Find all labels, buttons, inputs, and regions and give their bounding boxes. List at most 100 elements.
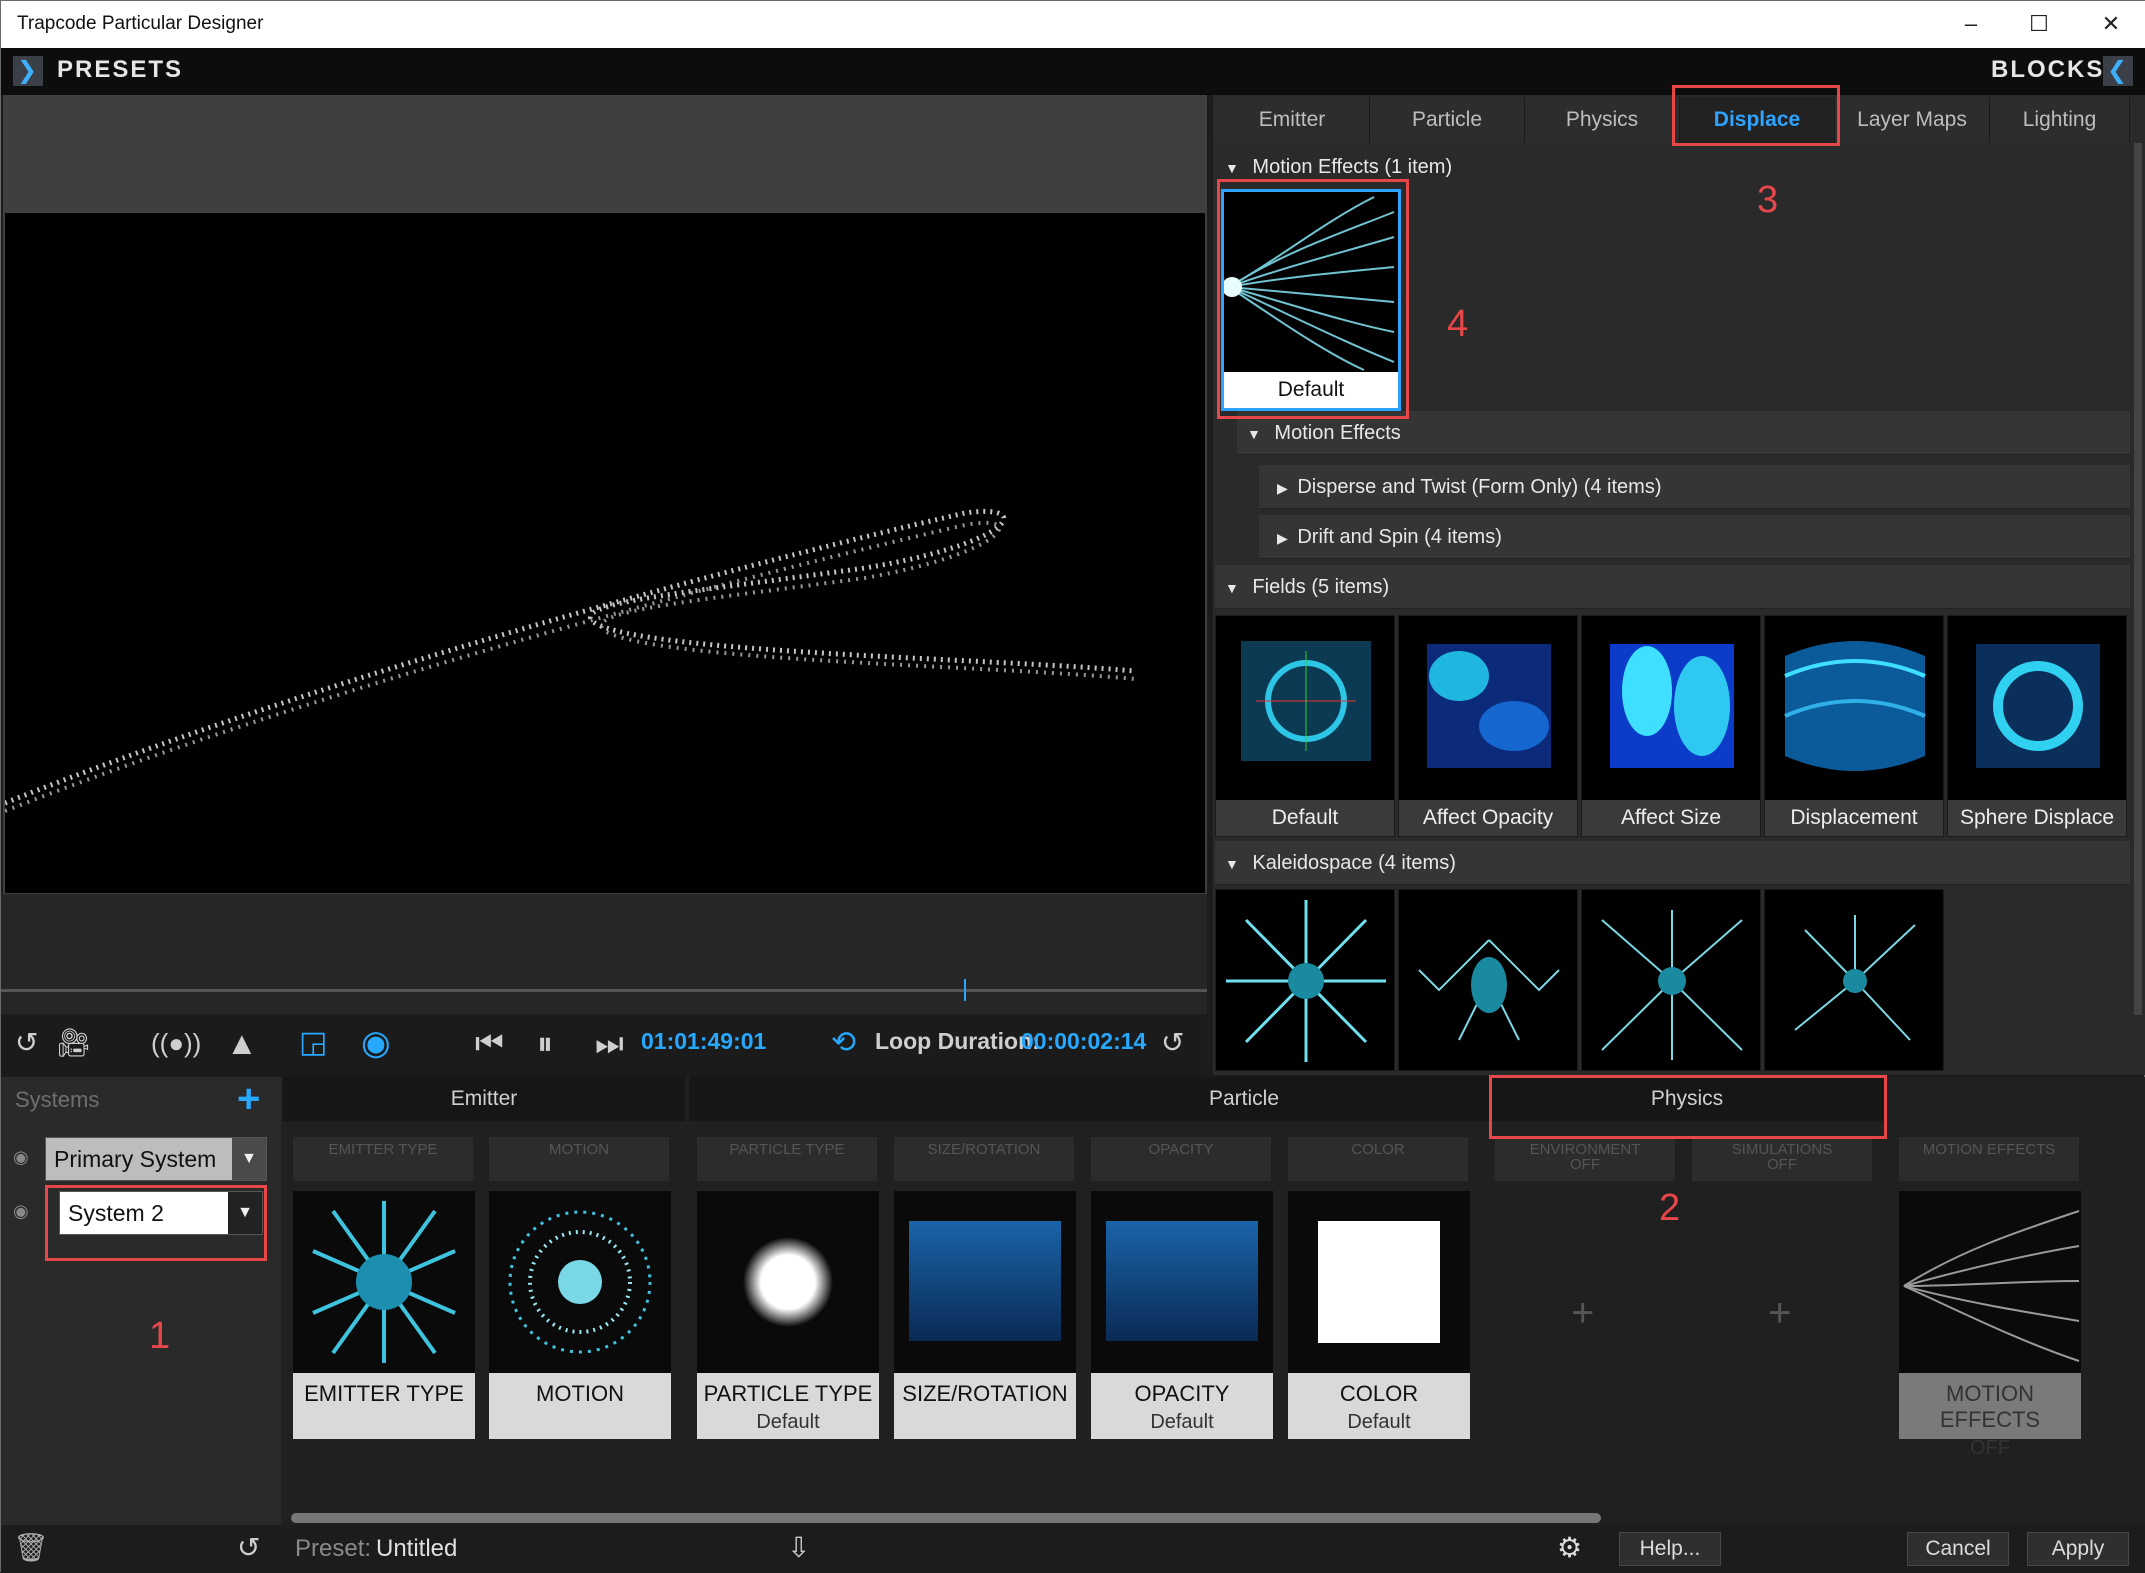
horizontal-scrollbar[interactable] [291,1513,1601,1523]
color-label: COLOR [1288,1137,1468,1181]
kaleido-thumb-3[interactable] [1581,889,1761,1071]
timeline-track[interactable] [1,989,1207,992]
tab-lighting[interactable]: Lighting [1990,97,2130,143]
pause-icon[interactable]: ⏸︎ [537,1023,553,1063]
system-visibility-eye-icon[interactable]: ◉ [13,1201,29,1222]
skip-start-icon[interactable]: ⏮︎ [475,1023,504,1063]
add-system-button[interactable]: + [237,1077,260,1122]
apply-button[interactable]: Apply [2027,1532,2129,1566]
tab-particle[interactable]: Particle [1370,97,1525,143]
reset-icon[interactable]: ↺ [237,1531,260,1564]
add-block-plus-icon[interactable]: + [1768,1291,1791,1336]
loop-duration-value[interactable]: 00:00:02:14 [1021,1028,1146,1055]
motion-card[interactable]: MOTION [489,1191,671,1439]
environment-slot[interactable]: + [1495,1191,1677,1439]
top-bar: ❯ PRESETS BLOCKS ❮ [1,48,2145,95]
gear-icon[interactable]: ⚙ [1557,1531,1582,1564]
loop-icon[interactable]: ⟲ [831,1023,856,1063]
simulations-label: SIMULATIONS OFF [1692,1137,1872,1181]
particle-type-card[interactable]: PARTICLE TYPE Default [697,1191,879,1439]
kaleido-thumb-1[interactable] [1215,889,1395,1071]
blocks-label[interactable]: BLOCKS [1991,56,2104,84]
size-rotation-card[interactable]: SIZE/ROTATION [894,1191,1076,1439]
trash-icon[interactable]: 🗑︎ [13,1531,49,1564]
skip-end-icon[interactable]: ⏭︎ [595,1023,624,1063]
section-label: Fields (5 items) [1252,576,1390,598]
presets-toggle-icon[interactable]: ❯ [13,56,43,86]
simulations-slot[interactable]: + [1692,1191,1874,1439]
thumb-image [1794,915,1916,1041]
timeline-scrubber[interactable] [1,894,1207,1014]
thumb-caption: Sphere Displace [1948,800,2126,836]
field-thumb-affect-size[interactable]: Affect Size [1581,615,1761,837]
kaleidospace-header[interactable]: ▼ Kaleidospace (4 items) [1215,841,2130,885]
help-button[interactable]: Help... [1619,1532,1721,1566]
timecode: 01:01:49:01 [641,1028,767,1054]
card-caption: OPACITY Default [1091,1373,1273,1439]
fields-header[interactable]: ▼ Fields (5 items) [1215,565,2130,609]
card-caption: MOTION EFFECTS OFF [1899,1373,2081,1459]
annotation-number-3: 3 [1757,179,1779,221]
system-visibility-eye-icon[interactable]: ◉ [13,1147,29,1168]
motion-effects-label: MOTION EFFECTS [1899,1137,2079,1181]
motion-blur-icon[interactable]: ((●)) [151,1023,201,1063]
disperse-twist-row[interactable]: ▶ Disperse and Twist (Form Only) (4 item… [1259,465,2130,509]
reset-loop-icon[interactable]: ↺ [1161,1023,1184,1063]
cancel-button[interactable]: Cancel [1907,1532,2009,1566]
emitter-type-label: EMITTER TYPE [293,1137,473,1181]
thumb-caption: Default [1216,800,1394,836]
motion-effects-header[interactable]: ▼ Motion Effects (1 item) [1215,145,2130,189]
add-block-plus-icon[interactable]: + [1571,1291,1594,1336]
preset-name[interactable]: Untitled [376,1535,457,1563]
system-2-dropdown[interactable]: System 2 ▼ [59,1191,263,1235]
chevron-down-icon[interactable]: ▼ [228,1192,262,1234]
save-preset-icon[interactable]: ⇩ [787,1531,810,1564]
kaleido-thumb-4[interactable] [1764,889,1944,1071]
playhead[interactable] [964,979,966,1001]
expand-down-icon: ▼ [1225,160,1239,176]
camera-icon[interactable]: 🎥︎ [56,1023,92,1063]
thumb-image [1427,644,1551,768]
tab-physics[interactable]: Physics [1525,97,1680,143]
emitter-type-image [312,1201,456,1363]
field-thumb-sphere-displace[interactable]: Sphere Displace [1947,615,2127,837]
emitter-column-header[interactable]: Emitter [283,1077,685,1121]
expand-right-icon: ▶ [1277,480,1288,496]
tab-emitter[interactable]: Emitter [1215,97,1370,143]
motion-effects-subheader[interactable]: ▼ Motion Effects [1237,411,2130,455]
motion-label: MOTION [489,1137,669,1181]
kaleido-thumb-2[interactable] [1398,889,1578,1071]
safe-area-icon[interactable]: ◲ [299,1023,327,1063]
tab-displace[interactable]: Displace [1680,97,1835,143]
emitter-type-card[interactable]: EMITTER TYPE [293,1191,475,1439]
drift-spin-row[interactable]: ▶ Drift and Spin (4 items) [1259,515,2130,559]
close-button[interactable]: ✕ [2081,5,2141,43]
section-label: Kaleidospace (4 items) [1252,852,1456,874]
minimize-button[interactable]: – [1941,5,2001,43]
thumb-image [1601,910,1743,1060]
library-scrollbar[interactable] [2132,143,2144,1021]
motion-effects-default-thumb[interactable]: Default [1221,189,1401,411]
opacity-card[interactable]: OPACITY Default [1091,1191,1273,1439]
environment-label: ENVIRONMENT OFF [1495,1137,1675,1181]
field-thumb-default[interactable]: Default [1215,615,1395,837]
size-rotation-label: SIZE/ROTATION [894,1137,1074,1181]
color-card[interactable]: COLOR Default [1288,1191,1470,1439]
grid-floor-icon[interactable]: ▲ [226,1023,258,1063]
field-thumb-affect-opacity[interactable]: Affect Opacity [1398,615,1578,837]
tab-layer-maps[interactable]: Layer Maps [1835,97,1990,143]
field-thumb-displacement[interactable]: Displacement [1764,615,1944,837]
blocks-toggle-icon[interactable]: ❮ [2103,56,2133,86]
preview-canvas[interactable] [4,213,1205,893]
motion-effects-card[interactable]: MOTION EFFECTS OFF [1899,1191,2081,1459]
eye-icon[interactable]: ◉ [361,1023,391,1063]
app-window: Trapcode Particular Designer – ☐ ✕ ❯ PRE… [0,0,2145,1573]
thumb-image [1784,641,1926,771]
reset-view-icon[interactable]: ↺ [15,1023,38,1063]
physics-column-header[interactable]: Physics [1489,1077,1885,1121]
presets-label[interactable]: PRESETS [57,56,183,84]
chevron-down-icon[interactable]: ▼ [232,1138,266,1180]
maximize-button[interactable]: ☐ [2009,5,2069,43]
thumb-image [1418,939,1560,1041]
primary-system-dropdown[interactable]: Primary System ▼ [45,1137,267,1181]
